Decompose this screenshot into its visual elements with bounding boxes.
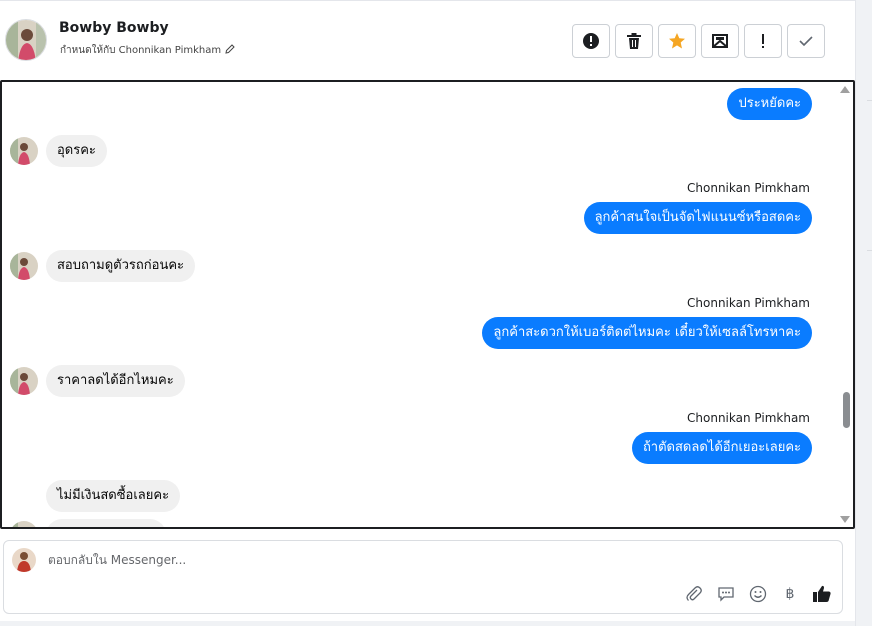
message-bubble <box>46 519 166 527</box>
paperclip-icon[interactable] <box>683 583 705 605</box>
contact-avatar-small <box>10 137 38 165</box>
message-incoming: ราคาลดได้อีกไหมคะ <box>10 365 185 397</box>
message-outgoing: ลูกค้าสะดวกให้เบอร์ติดต่ไหมคะ เดี๋ยวให้เ… <box>482 317 812 349</box>
side-panel-edge <box>855 0 872 626</box>
scroll-up-arrow-icon[interactable] <box>840 86 850 93</box>
contact-avatar-small <box>10 367 38 395</box>
message-outgoing: ลูกค้าสนใจเป็นจัดไฟแนนซ์หรือสดคะ <box>583 202 812 234</box>
conversation-header: Bowby Bowby กำหนดให้กับ Chonnikan Pimkha… <box>0 0 855 80</box>
mark-unread-button[interactable] <box>701 24 739 58</box>
message-outgoing: ถ้าตัดสดลดได้อีกเยอะเลยคะ <box>631 432 812 464</box>
agent-avatar <box>12 548 36 572</box>
message-outgoing: ประหยัดคะ <box>727 88 812 120</box>
contact-avatar[interactable] <box>5 19 47 61</box>
sender-name: Chonnikan Pimkham <box>687 411 810 425</box>
scroll-thumb[interactable] <box>843 392 850 428</box>
message-thread[interactable]: ประหยัดคะ อุดรคะ Chonnikan Pimkham ลูกค้… <box>0 80 855 529</box>
exclamation-icon <box>762 34 764 48</box>
scroll-down-arrow-icon[interactable] <box>840 516 850 523</box>
message-bubble: ราคาลดได้อีกไหมคะ <box>46 365 185 397</box>
conversation-actions <box>572 24 825 58</box>
contact-name: Bowby Bowby <box>59 20 169 36</box>
message-incoming: สอบถามดูตัวรถก่อนคะ <box>10 250 196 282</box>
like-icon[interactable] <box>811 583 833 605</box>
follow-up-button[interactable] <box>658 24 696 58</box>
composer-actions: ฿ <box>683 583 833 605</box>
envelope-icon <box>712 34 728 48</box>
star-icon <box>669 33 685 49</box>
message-incoming: อุดรคะ <box>10 135 107 167</box>
pencil-icon[interactable] <box>225 44 235 57</box>
message-bubble: สอบถามดูตัวรถก่อนคะ <box>46 250 196 282</box>
saved-reply-icon[interactable] <box>715 583 737 605</box>
emoji-icon[interactable] <box>747 583 769 605</box>
done-button[interactable] <box>787 24 825 58</box>
alert-circle-icon <box>583 33 599 49</box>
message-bubble: อุดรคะ <box>46 135 107 167</box>
messenger-inbox: Bowby Bowby กำหนดให้กับ Chonnikan Pimkha… <box>0 0 872 626</box>
assignment-label: กำหนดให้กับ Chonnikan Pimkham <box>60 43 235 58</box>
contact-avatar-small <box>10 521 38 527</box>
trash-icon <box>627 33 641 49</box>
reply-input[interactable] <box>48 553 648 567</box>
sender-name: Chonnikan Pimkham <box>687 181 810 195</box>
baht-icon[interactable]: ฿ <box>779 583 801 605</box>
priority-button[interactable] <box>744 24 782 58</box>
bottom-band <box>0 621 855 626</box>
reply-composer: ฿ <box>3 540 843 614</box>
spam-button[interactable] <box>572 24 610 58</box>
message-bubble: ไม่มีเงินสดซื้อเลยคะ <box>46 480 181 512</box>
contact-avatar-small <box>10 252 38 280</box>
sender-name: Chonnikan Pimkham <box>687 296 810 310</box>
check-icon <box>799 36 813 47</box>
message-incoming: ไม่มีเงินสดซื้อเลยคะ <box>10 480 181 512</box>
assigned-text: กำหนดให้กับ Chonnikan Pimkham <box>60 45 222 56</box>
message-incoming-partial <box>10 519 166 527</box>
delete-button[interactable] <box>615 24 653 58</box>
thread-scrollbar[interactable] <box>839 82 853 527</box>
